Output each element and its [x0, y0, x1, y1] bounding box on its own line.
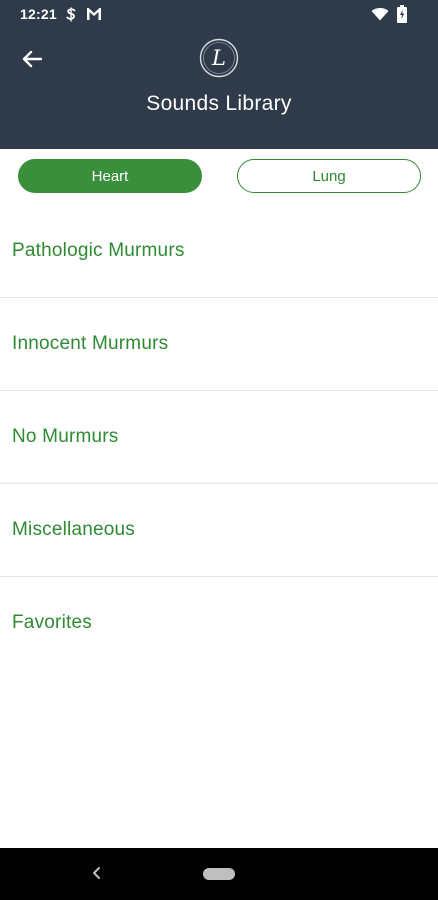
- list-item-label: Innocent Murmurs: [12, 333, 169, 354]
- tab-heart[interactable]: Heart: [18, 159, 202, 193]
- tab-lung[interactable]: Lung: [237, 159, 421, 193]
- list-item-miscellaneous[interactable]: Miscellaneous: [0, 484, 438, 577]
- gmail-icon: [86, 7, 102, 26]
- screen: 12:21 L Sounds Library Heart Lung Pathol…: [0, 0, 438, 900]
- list-item-innocent-murmurs[interactable]: Innocent Murmurs: [0, 298, 438, 391]
- wifi-icon: [371, 7, 389, 26]
- list-item-favorites[interactable]: Favorites: [0, 577, 438, 670]
- page-title: Sounds Library: [146, 92, 292, 115]
- back-button[interactable]: [14, 44, 50, 74]
- arrow-left-icon: [22, 50, 42, 68]
- logo: L: [199, 38, 239, 78]
- system-nav-bar: [0, 848, 438, 900]
- nav-home-pill[interactable]: [203, 868, 235, 880]
- nav-back-icon[interactable]: [90, 865, 102, 886]
- list-item-label: Miscellaneous: [12, 519, 135, 540]
- status-time: 12:21: [20, 6, 57, 22]
- logo-letter: L: [211, 46, 226, 70]
- list-item-label: Favorites: [12, 612, 92, 633]
- s-notification-icon: [64, 7, 78, 27]
- category-list: Pathologic Murmurs Innocent Murmurs No M…: [0, 205, 438, 670]
- list-item-label: No Murmurs: [12, 426, 119, 447]
- sound-type-tabs: Heart Lung: [0, 159, 438, 195]
- list-item-pathologic-murmurs[interactable]: Pathologic Murmurs: [0, 205, 438, 298]
- list-item-label: Pathologic Murmurs: [12, 240, 185, 261]
- status-bar: 12:21: [0, 0, 438, 30]
- list-item-no-murmurs[interactable]: No Murmurs: [0, 391, 438, 484]
- app-header: L Sounds Library: [0, 30, 438, 149]
- battery-icon: [397, 5, 407, 28]
